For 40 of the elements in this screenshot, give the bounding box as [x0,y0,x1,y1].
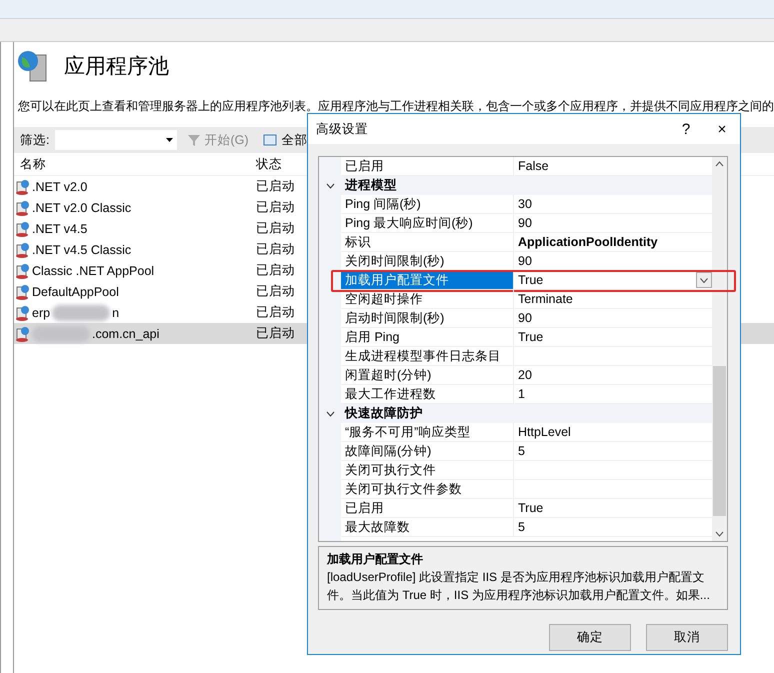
help-text: [loadUserProfile] 此设置指定 IIS 是否为应用程序池标识加载用户配置文件。当此值为 True 时，IIS 为应用程序池标识加载用户配置文件。如果... [327,569,711,604]
status-cell-text: 已启动 [255,199,296,216]
status-cell-text: 已启动 [255,220,296,237]
pool-name: Classic .NET AppPool [32,264,154,278]
property-value: 5 [518,443,525,460]
pool-name: .NET v4.5 Classic [32,242,132,256]
help-title: 加载用户配置文件 [327,551,424,568]
status-cell-text: 已启动 [255,262,296,279]
status-cell-text: 已启动 [255,325,296,342]
pool-name: .NET v2.0 [32,180,88,194]
property-value: 20 [518,367,532,384]
property-value: False [518,158,549,175]
status-cell-text: 已启动 [255,304,296,321]
property-value: 90 [518,253,532,270]
property-value: True [518,272,544,289]
status-cell-text: 已启动 [255,283,296,300]
filter-label: 筛选: [20,132,50,148]
page-description: 您可以在此页上查看和管理服务器上的应用程序池列表。应用程序池与工作进程相关联，包含一个或多个应用程序，并提供不同应用程序之间的 [18,98,774,115]
property-value: ApplicationPoolIdentity [518,234,658,251]
property-value: 30 [518,196,532,213]
pool-name: n [112,306,120,320]
pool-name: DefaultAppPool [32,284,119,298]
pool-name: .com.cn_api [92,326,160,340]
property-value: 1 [518,386,525,403]
pool-name: .NET v2.0 Classic [32,200,132,214]
property-value: 90 [518,310,532,327]
property-value: 5 [518,519,525,536]
category-label: 快速故障防护 [341,404,712,423]
property-value: Terminate [518,291,573,308]
pool-name: .NET v4.5 [32,222,88,236]
property-value: True [518,500,544,517]
dialog-title: 高级设置 [316,120,369,138]
pool-name: erp [32,306,50,320]
property-value: HttpLevel [518,424,571,441]
property-value: 90 [518,215,532,232]
status-cell-text: 已启动 [255,241,296,258]
category-label: 进程模型 [341,176,712,195]
property-value: True [518,329,544,346]
page-title: 应用程序池 [64,54,169,80]
status-cell-text: 已启动 [255,178,296,195]
